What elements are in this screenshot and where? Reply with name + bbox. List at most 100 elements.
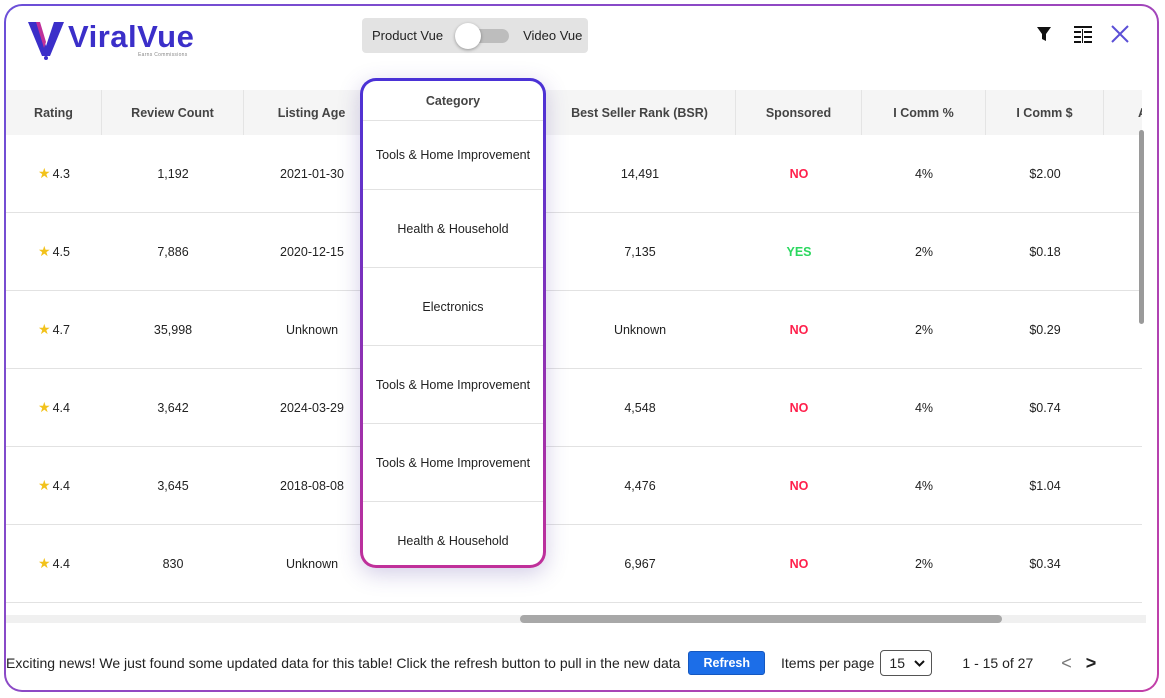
cell-rating: ★ 4.4 [6, 525, 102, 602]
cell-category: Electronics [363, 268, 543, 346]
table-header: Rating Review Count Listing Age Best Sel… [6, 90, 1142, 135]
chevron-right-icon[interactable]: > [1086, 653, 1097, 674]
horizontal-scrollbar[interactable] [520, 615, 1002, 623]
items-per-page-value: 15 [889, 655, 905, 671]
table-row[interactable] [6, 603, 1142, 610]
cell-comm-usd-value: $0.18 [1029, 244, 1061, 259]
table-footer: Exciting news! We just found some update… [6, 648, 1156, 678]
cell-review-count: 3,642 [102, 369, 244, 446]
column-header-truncated[interactable]: A [1104, 90, 1142, 135]
table-row[interactable]: ★ 4.3 1,192 2021-01-30 14,491 NO 4% $2.00 [6, 135, 1142, 213]
star-icon: ★ [38, 477, 51, 493]
cell-listing-age-value: 2020-12-15 [280, 244, 344, 259]
columns-icon[interactable] [1074, 26, 1092, 43]
column-header-sponsored[interactable]: Sponsored [736, 90, 862, 135]
cell-rating: ★ 4.5 [6, 213, 102, 290]
chevron-down-icon [914, 659, 926, 667]
cell-rating: ★ 4.4 [6, 369, 102, 446]
cell-listing-age-value: Unknown [285, 556, 339, 571]
cell-bsr: 7,135 [544, 213, 736, 290]
switch-knob[interactable] [455, 22, 482, 49]
column-header-review-count[interactable]: Review Count [102, 90, 244, 135]
category-column: Category Tools & Home Improvement Health … [363, 81, 543, 565]
column-header-comm-usd[interactable]: I Comm $ [986, 90, 1104, 135]
toggle-label-product-vue[interactable]: Product Vue [372, 28, 443, 43]
cell-sponsored-value: NO [789, 322, 809, 337]
cell-bsr: 4,548 [544, 369, 736, 446]
rating-value: 4.4 [52, 556, 70, 571]
cell-sponsored-value: NO [789, 556, 809, 571]
cell-comm-usd: $0.74 [986, 369, 1104, 446]
cell-sponsored: NO [736, 369, 862, 446]
category-highlight: Category Tools & Home Improvement Health … [360, 78, 546, 568]
column-header-comm-pct[interactable]: I Comm % [862, 90, 986, 135]
cell-sponsored: NO [736, 447, 862, 524]
cell-comm-pct-value: 2% [914, 322, 934, 337]
cell-bsr: 4,476 [544, 447, 736, 524]
cell-sponsored-value: NO [789, 166, 809, 181]
cell-listing-age-value: 2021-01-30 [280, 166, 344, 181]
cell-category: Health & Household [363, 502, 543, 565]
refresh-button[interactable]: Refresh [688, 651, 766, 675]
cell-comm-pct-value: 4% [914, 400, 934, 415]
cell-review-count: 1,192 [102, 135, 244, 212]
cell-sponsored: NO [736, 525, 862, 602]
cell-category: Tools & Home Improvement [363, 424, 543, 502]
star-icon: ★ [38, 555, 51, 571]
column-header-bsr[interactable]: Best Seller Rank (BSR) [544, 90, 736, 135]
table-row[interactable]: ★ 4.7 35,998 Unknown Unknown NO 2% $0.29 [6, 291, 1142, 369]
table-row[interactable]: ★ 4.4 3,645 2018-08-08 4,476 NO 4% $1.04 [6, 447, 1142, 525]
cell-comm-pct: 2% [862, 291, 986, 368]
rating-value: 4.5 [52, 244, 70, 259]
update-notice: Exciting news! We just found some update… [6, 655, 681, 671]
rating-value: 4.3 [52, 166, 70, 181]
cell-review-count-value: 7,886 [157, 244, 189, 259]
logo-v-icon [28, 22, 64, 60]
column-header-category[interactable]: Category [363, 81, 543, 121]
items-per-page-select[interactable]: 15 [880, 650, 933, 676]
cell-comm-usd-value: $0.34 [1029, 556, 1061, 571]
table-row[interactable]: ★ 4.4 3,642 2024-03-29 4,548 NO 4% $0.74 [6, 369, 1142, 447]
cell-bsr-value: 14,491 [620, 166, 660, 181]
star-icon: ★ [38, 165, 51, 181]
cell-comm-usd: $0.34 [986, 525, 1104, 602]
filter-icon[interactable] [1036, 26, 1052, 43]
brand-name: ViralVue [68, 19, 195, 54]
cell-sponsored: NO [736, 291, 862, 368]
table-row[interactable]: ★ 4.5 7,886 2020-12-15 7,135 YES 2% $0.18 [6, 213, 1142, 291]
cell-review-count: 35,998 [102, 291, 244, 368]
rating-value: 4.4 [52, 478, 70, 493]
cell-listing-age-value: Unknown [285, 322, 339, 337]
cell-comm-usd-value: $1.04 [1029, 478, 1061, 493]
cell-sponsored-value: NO [789, 400, 809, 415]
cell-comm-pct: 2% [862, 213, 986, 290]
cell-comm-pct-value: 2% [914, 244, 934, 259]
view-toggle: Product Vue Video Vue [362, 18, 588, 53]
chevron-left-icon[interactable]: < [1061, 653, 1072, 674]
cell-rating: ★ 4.3 [6, 135, 102, 212]
column-header-rating[interactable]: Rating [6, 90, 102, 135]
cell-comm-pct: 4% [862, 135, 986, 212]
cell-comm-usd: $2.00 [986, 135, 1104, 212]
cell-comm-pct-value: 2% [914, 556, 934, 571]
star-icon: ★ [38, 399, 51, 415]
star-icon: ★ [38, 243, 51, 259]
cell-listing-age-value: 2024-03-29 [280, 400, 344, 415]
cell-comm-pct-value: 4% [914, 166, 934, 181]
table-row[interactable]: ★ 4.4 830 Unknown 6,967 NO 2% $0.34 [6, 525, 1142, 603]
close-icon[interactable] [1110, 24, 1130, 44]
rating-value: 4.4 [52, 400, 70, 415]
toggle-label-video-vue[interactable]: Video Vue [523, 28, 582, 43]
cell-rating: ★ 4.7 [6, 291, 102, 368]
cell-bsr-value: 4,548 [624, 400, 656, 415]
cell-review-count-value: 830 [162, 556, 184, 571]
cell-comm-pct: 4% [862, 447, 986, 524]
cell-category: Tools & Home Improvement [363, 120, 543, 190]
rating-value: 4.7 [52, 322, 70, 337]
cell-comm-usd: $0.29 [986, 291, 1104, 368]
view-switch[interactable] [455, 22, 511, 49]
vertical-scrollbar[interactable] [1139, 130, 1144, 324]
cell-bsr: 6,967 [544, 525, 736, 602]
cell-sponsored: NO [736, 135, 862, 212]
items-per-page-label: Items per page [781, 655, 875, 671]
